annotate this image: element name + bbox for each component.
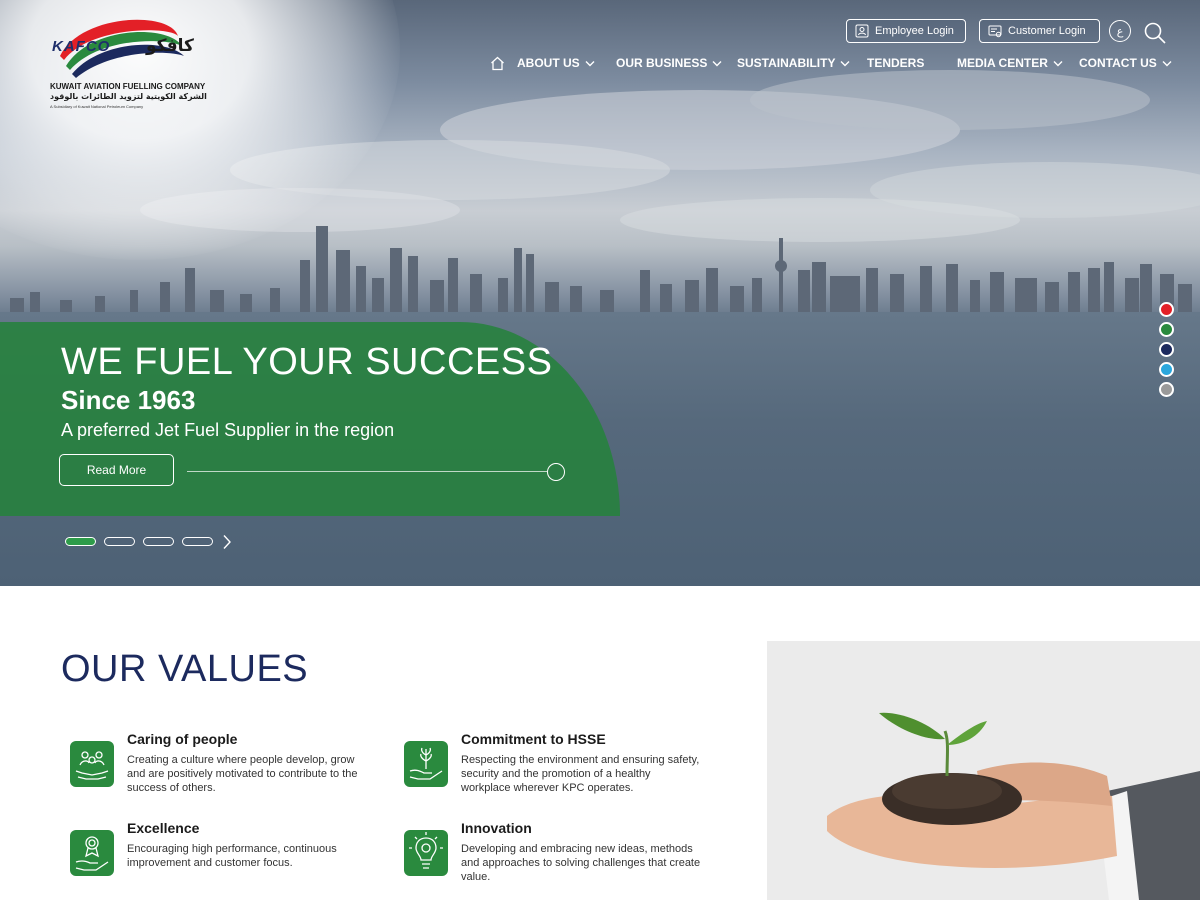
language-toggle-button[interactable]: ع [1109, 20, 1131, 42]
value-title: Commitment to HSSE [461, 731, 606, 747]
value-title: Caring of people [127, 731, 238, 747]
employee-icon [855, 24, 869, 38]
customer-login-label: Customer Login [1008, 25, 1086, 37]
theme-dot-blue[interactable] [1159, 362, 1174, 377]
nav-sustainability[interactable]: SUSTAINABILITY [737, 56, 850, 70]
slide-progress-knob [547, 463, 565, 481]
nav-about-us-label: ABOUT US [517, 56, 580, 70]
hero-since: Since 1963 [61, 385, 196, 415]
hero-tagline: A preferred Jet Fuel Supplier in the reg… [61, 420, 395, 440]
nav-tenders-label: TENDERS [867, 56, 925, 70]
plant-in-hands-image [767, 641, 1200, 900]
chevron-down-icon [1053, 60, 1063, 66]
employee-login-label: Employee Login [875, 25, 954, 37]
slide-dot-4[interactable] [182, 537, 213, 546]
employee-login-button[interactable]: Employee Login [846, 19, 966, 43]
nav-media-center[interactable]: MEDIA CENTER [957, 56, 1063, 70]
slide-dot-3[interactable] [143, 537, 174, 546]
slide-dot-1[interactable] [65, 537, 96, 546]
logo-name-ar: كافكو [146, 36, 194, 56]
chevron-down-icon [840, 60, 850, 66]
slide-dot-2[interactable] [104, 537, 135, 546]
nav-our-business[interactable]: OUR BUSINESS [616, 56, 722, 70]
customer-login-button[interactable]: Customer Login [979, 19, 1100, 43]
value-description: Encouraging high performance, continuous… [127, 843, 337, 869]
value-title: Excellence [127, 820, 200, 836]
value-description: Respecting the environment and ensuring … [461, 754, 700, 794]
read-more-button[interactable]: Read More [59, 454, 174, 486]
value-description: Creating a culture where people develop,… [127, 754, 358, 794]
plant-hand-icon [404, 741, 448, 787]
logo-company-ar: الشركة الكويتية لتزويد الطائرات بالوقود [50, 92, 207, 101]
logo-company-en: KUWAIT AVIATION FUELLING COMPANY [50, 82, 206, 91]
home-icon[interactable] [490, 56, 505, 71]
chevron-down-icon [1162, 60, 1172, 66]
award-hand-icon [70, 830, 114, 876]
people-care-icon [70, 741, 114, 787]
nav-about-us[interactable]: ABOUT US [517, 56, 595, 70]
nav-media-center-label: MEDIA CENTER [957, 56, 1048, 70]
lightbulb-gear-icon [404, 830, 448, 876]
nav-tenders[interactable]: TENDERS [867, 56, 924, 70]
nav-sustainability-label: SUSTAINABILITY [737, 56, 836, 70]
values-title: OUR VALUES [61, 648, 309, 690]
slide-progress-line [187, 471, 547, 472]
logo-subsidiary-note: A Subsidiary of Kuwait National Petroleu… [50, 104, 144, 109]
theme-dot-green[interactable] [1159, 322, 1174, 337]
search-icon[interactable] [1143, 21, 1167, 45]
theme-dot-gray[interactable] [1159, 382, 1174, 397]
kafco-logo[interactable]: KAFCO كافكو KUWAIT AVIATION FUELLING COM… [50, 16, 215, 112]
nav-our-business-label: OUR BUSINESS [616, 56, 708, 70]
chevron-right-icon[interactable] [221, 534, 233, 550]
chevron-down-icon [712, 60, 722, 66]
city-skyline [0, 226, 1200, 320]
hero-title: WE FUEL YOUR SUCCESS [61, 341, 553, 383]
theme-dot-navy[interactable] [1159, 342, 1174, 357]
value-title: Innovation [461, 820, 532, 836]
logo-name-en: KAFCO [52, 38, 111, 55]
theme-dot-red[interactable] [1159, 302, 1174, 317]
nav-contact-us[interactable]: CONTACT US [1079, 56, 1172, 70]
chevron-down-icon [585, 60, 595, 66]
customer-icon [988, 25, 1002, 38]
nav-contact-us-label: CONTACT US [1079, 56, 1157, 70]
value-description: Developing and embracing new ideas, meth… [461, 843, 701, 883]
